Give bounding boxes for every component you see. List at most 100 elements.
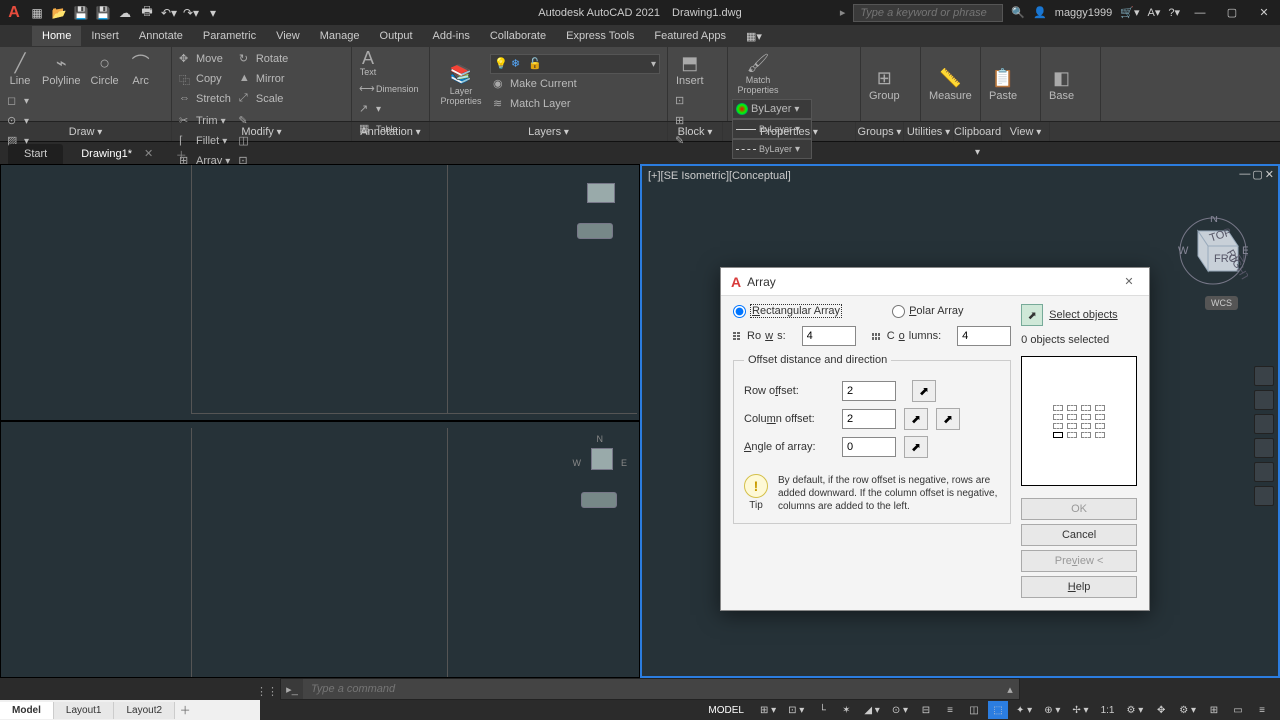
mirror-button[interactable]: ▲Mirror (236, 69, 291, 89)
saveas-icon[interactable]: 💾 (94, 4, 112, 22)
tab-output[interactable]: Output (370, 26, 423, 46)
status-snap-icon[interactable]: ⊡ ▾ (784, 701, 808, 719)
stretch-button[interactable]: ⇔Stretch (176, 89, 234, 109)
viewcube[interactable]: FRONTRIGHTTOPNEW (1178, 216, 1248, 286)
panel-label-block[interactable]: Block ▾ (668, 122, 723, 141)
dialog-titlebar[interactable]: A Array ✕ (721, 268, 1149, 296)
panel-label-annotation[interactable]: Annotation ▾ (352, 122, 430, 141)
tab-express[interactable]: Express Tools (556, 26, 644, 46)
panel-label-clipboard[interactable]: Clipboard ▾ (954, 122, 1002, 141)
tab-parametric[interactable]: Parametric (193, 26, 266, 46)
layout-1[interactable]: Layout1 (54, 702, 115, 719)
redo-icon[interactable]: ↷▾ (182, 4, 200, 22)
panel-label-draw[interactable]: Draw ▾ (0, 122, 172, 141)
status-ann-icon[interactable]: ✥ (1151, 701, 1171, 719)
layout-model[interactable]: Model (0, 702, 54, 719)
match-layer-button[interactable]: ≋Match Layer (490, 94, 663, 114)
viewport-close-icon[interactable]: ✕ (1265, 168, 1274, 181)
close-button[interactable]: ✕ (1252, 4, 1276, 22)
layout-2[interactable]: Layout2 (114, 702, 175, 719)
circle-button[interactable]: ○Circle (87, 49, 123, 89)
nav-btn-5[interactable] (1254, 462, 1274, 482)
rows-input[interactable] (802, 326, 856, 346)
line-button[interactable]: ╱Line (4, 49, 36, 89)
tab-annotate[interactable]: Annotate (129, 26, 193, 46)
help-icon[interactable]: ?▾ (1168, 6, 1180, 19)
qat-dropdown-icon[interactable]: ▾ (204, 4, 222, 22)
cloud-icon[interactable]: ☁ (116, 4, 134, 22)
user-name[interactable]: maggy1999 (1055, 7, 1113, 19)
dimension-button[interactable]: ⟷Dimension (356, 79, 422, 99)
help-button[interactable]: Help (1021, 576, 1137, 598)
status-iso-icon[interactable]: ◢ ▾ (860, 701, 884, 719)
panel-label-groups[interactable]: Groups ▾ (856, 122, 904, 141)
status-custom-icon[interactable]: ≡ (1252, 701, 1272, 719)
tab-extra-icon[interactable]: ▦▾ (736, 26, 772, 47)
ok-button[interactable]: OK (1021, 498, 1137, 520)
viewport-top-left[interactable] (0, 164, 640, 421)
paste-button[interactable]: 📋Paste (985, 64, 1021, 104)
panel-label-layers[interactable]: Layers ▾ (430, 122, 668, 141)
status-gizmo-icon[interactable]: ✢ ▾ (1068, 701, 1092, 719)
status-3dosnap-icon[interactable]: ✦ ▾ (1012, 701, 1036, 719)
row-offset-pick-button[interactable]: ⬈ (912, 380, 936, 402)
status-ws-icon[interactable]: ⚙ ▾ (1175, 701, 1200, 719)
status-model[interactable]: MODEL (700, 701, 752, 719)
copy-button[interactable]: ⿻Copy (176, 69, 234, 89)
status-mon-icon[interactable]: ⊞ (1204, 701, 1224, 719)
drawing-tab[interactable]: Drawing1*✕ (65, 143, 169, 164)
nav-widget-2[interactable] (581, 492, 617, 508)
cart-icon[interactable]: 🛒▾ (1120, 6, 1139, 19)
arc-button[interactable]: ⌒Arc (125, 49, 157, 89)
status-gear-icon[interactable]: ⚙ ▾ (1122, 701, 1147, 719)
angle-pick-button[interactable]: ⬈ (904, 436, 928, 458)
status-3d-icon[interactable]: ⬚ (988, 701, 1008, 719)
rotate-button[interactable]: ↻Rotate (236, 49, 291, 69)
angle-input[interactable] (842, 437, 896, 457)
panel-label-utilities[interactable]: Utilities ▾ (904, 122, 954, 141)
nav-btn-2[interactable] (1254, 390, 1274, 410)
offset-both-pick-button[interactable]: ⬈ (904, 408, 928, 430)
maximize-button[interactable]: ▢ (1220, 4, 1244, 22)
linetype-dropdown[interactable]: ByLayer▾ (732, 139, 812, 159)
status-grid-icon[interactable]: ⊞ ▾ (756, 701, 780, 719)
viewport-max-icon[interactable]: ▢ (1252, 168, 1262, 181)
text-button[interactable]: AText (356, 49, 380, 77)
insert-button[interactable]: ⬒Insert (672, 49, 708, 89)
cmd-history-icon[interactable]: ▴ (1001, 683, 1019, 696)
app-logo-icon[interactable]: A (4, 3, 24, 23)
app-icon[interactable]: A▾ (1148, 6, 1161, 19)
status-ortho-icon[interactable]: └ (812, 701, 832, 719)
status-lwt-icon[interactable]: ⊟ (916, 701, 936, 719)
add-layout-button[interactable]: ＋ (175, 702, 195, 718)
undo-icon[interactable]: ↶▾ (160, 4, 178, 22)
status-osnap-icon[interactable]: ⊙ ▾ (888, 701, 912, 719)
viewport-label[interactable]: [+][SE Isometric][Conceptual] (648, 170, 791, 182)
plot-icon[interactable]: 🖶 (138, 4, 156, 22)
base-button[interactable]: ◧Base (1045, 64, 1078, 104)
nav-btn-6[interactable] (1254, 486, 1274, 506)
close-tab-icon[interactable]: ✕ (144, 148, 153, 160)
polyline-button[interactable]: ⌁Polyline (38, 49, 85, 89)
tab-featured[interactable]: Featured Apps (644, 26, 736, 46)
color-dropdown[interactable]: ByLayer▾ (732, 99, 812, 119)
viewcube-mini-2[interactable] (591, 448, 613, 470)
panel-label-modify[interactable]: Modify ▾ (172, 122, 352, 141)
status-polar-icon[interactable]: ✶ (836, 701, 856, 719)
panel-label-properties[interactable]: Properties ▾ (723, 122, 856, 141)
panel-label-view[interactable]: View ▾ (1002, 122, 1050, 141)
cmd-handle-icon[interactable]: ⋮⋮ (256, 685, 278, 698)
tab-manage[interactable]: Manage (310, 26, 370, 46)
command-input[interactable] (303, 683, 1001, 695)
nav-btn-4[interactable] (1254, 438, 1274, 458)
leader-button[interactable]: ↗▾ (356, 99, 422, 119)
tab-insert[interactable]: Insert (81, 26, 129, 46)
search-input[interactable] (853, 4, 1003, 22)
new-icon[interactable]: ▦ (28, 4, 46, 22)
rectangular-array-radio[interactable]: Rectangular Array (733, 304, 842, 318)
nav-btn-1[interactable] (1254, 366, 1274, 386)
column-offset-pick-button[interactable]: ⬈ (936, 408, 960, 430)
layer-properties-button[interactable]: 📚Layer Properties (434, 60, 488, 108)
tab-collaborate[interactable]: Collaborate (480, 26, 556, 46)
polar-array-radio[interactable]: Polar Array (892, 304, 963, 318)
